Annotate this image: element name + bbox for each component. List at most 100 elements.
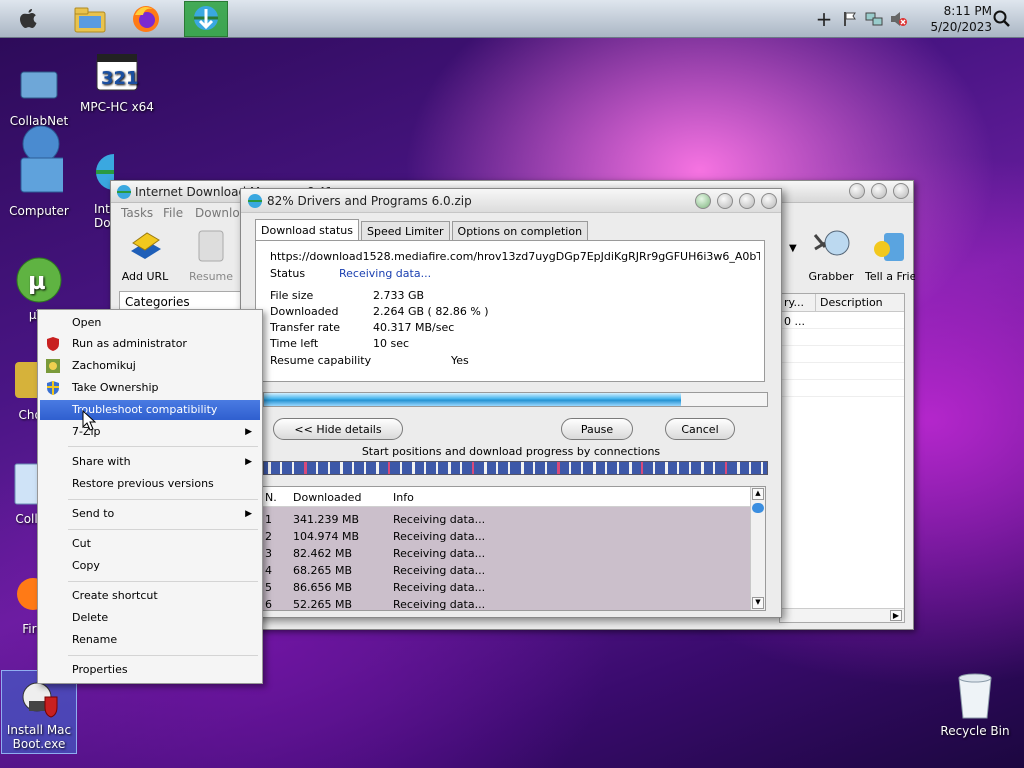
column-header-n[interactable]: N. (262, 487, 290, 506)
column-header-description[interactable]: Description (816, 294, 904, 311)
dialog-minimize-button[interactable] (717, 193, 733, 209)
menu-item-take-ownership[interactable]: Take Ownership (40, 378, 260, 398)
clock[interactable]: 8:11 PM 5/20/2023 (930, 3, 992, 35)
desktop-icon-collabnet[interactable]: CollabNet (0, 62, 82, 128)
horizontal-scrollbar[interactable]: ▶ (780, 608, 904, 622)
pause-button[interactable]: Pause (561, 418, 633, 440)
menu-item-cut[interactable]: Cut (40, 534, 260, 554)
scroll-thumb[interactable] (752, 503, 764, 513)
file-size-value: 2.733 GB (373, 289, 425, 302)
add-url-button[interactable]: Add URL (115, 225, 175, 283)
menu-item-share-with[interactable]: Share with ▶ (40, 452, 260, 472)
dialog-close-button[interactable] (761, 193, 777, 209)
column-header-category[interactable]: ry... (780, 294, 816, 311)
menu-item-label: Run as administrator (72, 337, 187, 350)
connection-segment (701, 462, 704, 474)
menu-item-run-as-administrator[interactable]: Run as administrator (40, 334, 260, 354)
apple-menu-icon[interactable] (6, 1, 50, 37)
list-item (780, 346, 904, 363)
menu-separator (68, 529, 258, 530)
menu-item-rename[interactable]: Rename (40, 630, 260, 650)
connections-table[interactable]: N. Downloaded Info 1 341.239 MB Receiving … (261, 486, 766, 611)
desktop-icon-recycle-bin[interactable]: Recycle Bin (932, 672, 1018, 738)
table-row[interactable]: 2 104.974 MB Receiving data... (262, 528, 765, 545)
menu-separator (68, 655, 258, 656)
dialog-tabs: Download status Speed Limiter Options on… (255, 219, 590, 241)
download-url: https://download1528.mediafire.com/hrov1… (270, 250, 760, 263)
resume-button[interactable]: Resume (181, 225, 241, 283)
connection-segment (557, 462, 560, 474)
table-row[interactable]: 5 86.656 MB Receiving data... (262, 579, 765, 596)
hide-details-button[interactable]: << Hide details (273, 418, 403, 440)
firefox-taskbar-icon[interactable] (124, 1, 168, 37)
tell-a-friend-button[interactable]: Tell a Frie (865, 225, 915, 283)
grabber-icon (813, 230, 850, 256)
idm-minimize-button[interactable] (849, 183, 865, 199)
connection-segment (737, 462, 740, 474)
tab-speed-limiter[interactable]: Speed Limiter (360, 221, 450, 241)
submenu-arrow-icon: ▶ (245, 457, 252, 467)
connection-segment (653, 462, 655, 474)
menu-item-open[interactable]: Open (40, 313, 260, 333)
connection-segment (533, 462, 535, 474)
connection-segment (749, 462, 751, 474)
scroll-up-arrow-icon[interactable]: ▲ (752, 488, 764, 500)
connections-progress-label: Start positions and download progress by… (361, 445, 661, 458)
column-header-downloaded[interactable]: Downloaded (290, 487, 390, 506)
plus-icon[interactable]: + (814, 7, 834, 31)
column-header-info[interactable]: Info (390, 487, 417, 506)
context-menu[interactable]: Open Run as administrator Zachomikuj Tak… (37, 309, 263, 684)
menu-item-label: Send to (72, 507, 115, 520)
connections-vertical-scrollbar[interactable]: ▲ ▼ (750, 487, 765, 610)
tab-options-on-completion[interactable]: Options on completion (451, 221, 589, 241)
grabber-button[interactable]: Grabber (801, 225, 861, 283)
table-row[interactable]: 4 68.265 MB Receiving data... (262, 562, 765, 579)
menu-item-troubleshoot-compatibility[interactable]: Troubleshoot compatibility (40, 400, 260, 420)
desktop-icon-mpc-hc[interactable]: 321 MPC-HC x64 (74, 48, 160, 114)
desktop-icon-computer[interactable]: Computer (0, 120, 82, 218)
cancel-button[interactable]: Cancel (665, 418, 735, 440)
file-explorer-taskbar-icon[interactable] (68, 1, 112, 37)
connection-segment (484, 462, 487, 474)
list-item[interactable]: 0 ... (780, 312, 904, 329)
desktop-icon-idm[interactable]: Int Dow (74, 150, 114, 230)
table-row[interactable]: 1 341.239 MB Receiving data... (262, 511, 765, 528)
menu-item-create-shortcut[interactable]: Create shortcut (40, 586, 260, 606)
scroll-right-arrow-icon[interactable]: ▶ (890, 610, 902, 621)
desktop-icon-label: Install Mac Boot.exe (6, 723, 72, 751)
menu-item-label: Take Ownership (72, 381, 159, 394)
download-progress-dialog[interactable]: 82% Drivers and Programs 6.0.zip Downloa… (240, 188, 782, 618)
recycle-bin-icon (951, 672, 999, 720)
tab-download-status[interactable]: Download status (255, 219, 359, 241)
menu-item-zachomikuj[interactable]: Zachomikuj (40, 356, 260, 376)
dialog-titlebar[interactable]: 82% Drivers and Programs 6.0.zip (241, 189, 781, 213)
flag-icon[interactable] (840, 9, 860, 29)
download-list-panel[interactable]: ry... Description 0 ... ▶ (779, 293, 905, 623)
scroll-down-arrow-icon[interactable]: ▼ (752, 597, 764, 609)
toolbar-dropdown-arrow-icon[interactable]: ▼ (789, 243, 797, 254)
idm-maximize-button[interactable] (871, 183, 887, 199)
connection-info: Receiving data... (393, 581, 486, 594)
volume-muted-icon[interactable] (888, 9, 908, 29)
connection-number: 5 (265, 581, 272, 594)
menu-file[interactable]: File (163, 206, 183, 220)
idm-close-button[interactable] (893, 183, 909, 199)
menu-item-7zip[interactable]: 7-Zip ▶ (40, 422, 260, 442)
menu-item-restore-previous-versions[interactable]: Restore previous versions (40, 474, 260, 494)
dialog-maximize-button[interactable] (739, 193, 755, 209)
dialog-refresh-icon[interactable] (695, 193, 711, 209)
table-row[interactable]: 6 52.265 MB Receiving data... (262, 596, 765, 610)
idm-taskbar-icon[interactable] (184, 1, 228, 37)
connection-segment (460, 462, 462, 474)
menu-item-send-to[interactable]: Send to ▶ (40, 504, 260, 524)
tell-a-friend-label: Tell a Frie (865, 270, 915, 283)
menu-tasks[interactable]: Tasks (121, 206, 153, 220)
connection-segment (280, 462, 282, 474)
table-row[interactable]: 3 82.462 MB Receiving data... (262, 545, 765, 562)
menu-item-label: Delete (72, 611, 109, 624)
menu-item-copy[interactable]: Copy (40, 556, 260, 576)
menu-item-properties[interactable]: Properties (40, 660, 260, 680)
search-icon[interactable] (992, 9, 1012, 29)
menu-item-delete[interactable]: Delete (40, 608, 260, 628)
network-icon[interactable] (864, 9, 884, 29)
